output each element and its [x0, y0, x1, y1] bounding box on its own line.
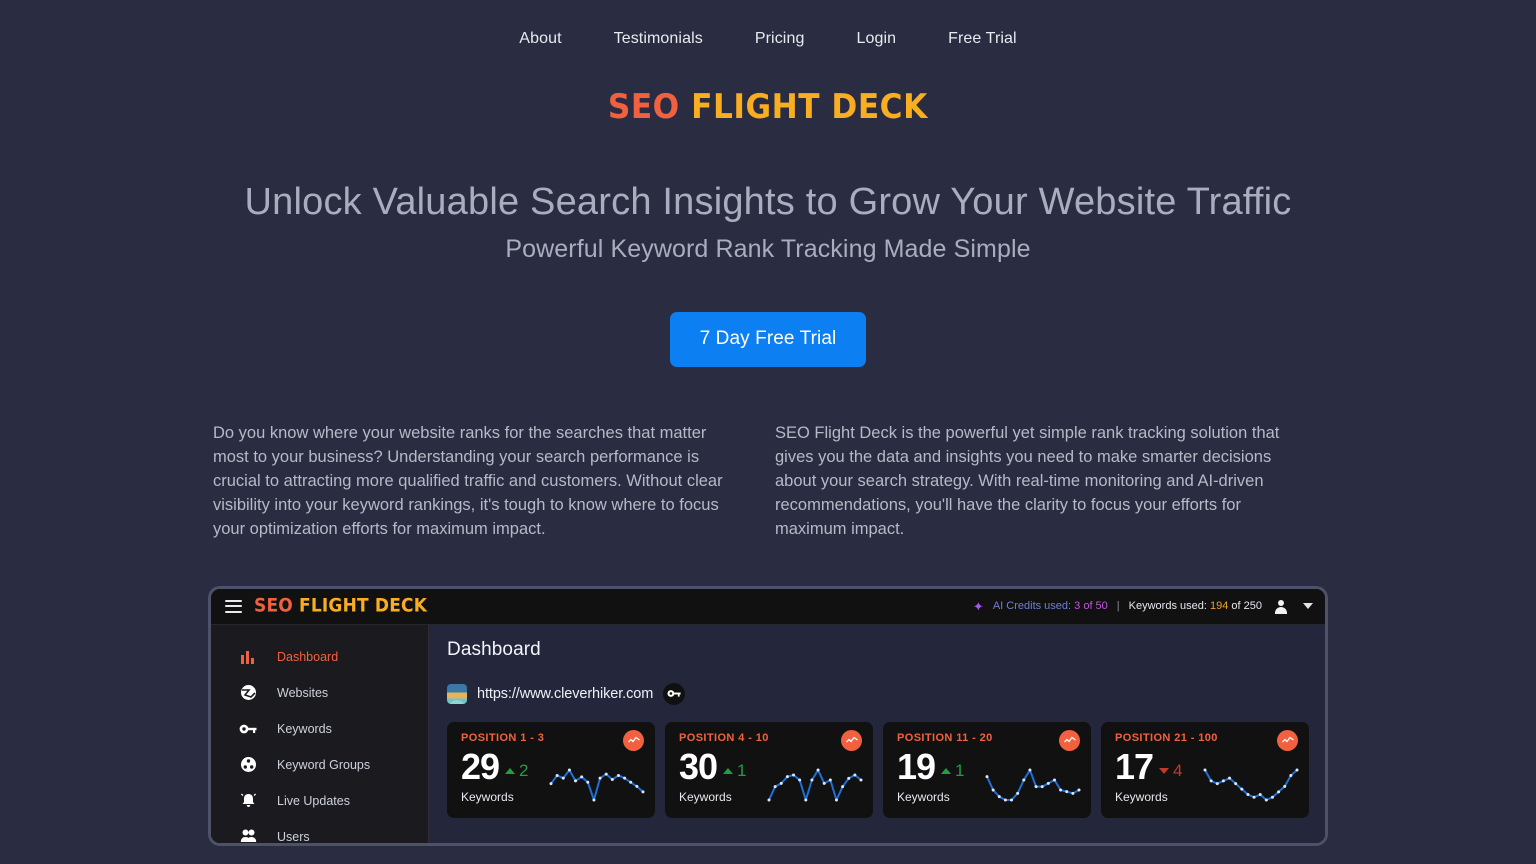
- sidebar-label-websites: Websites: [277, 685, 329, 700]
- sparkline-chart: [985, 768, 1081, 802]
- nav-link-about[interactable]: About: [493, 30, 587, 48]
- brand-logo-seo: SEO: [608, 87, 680, 128]
- card-delta-value: 1: [955, 761, 965, 781]
- card-value: 30: [679, 745, 718, 787]
- card-title: POSITION 1 - 3: [461, 731, 545, 744]
- arrow-down-icon: [1159, 768, 1170, 775]
- app-brand-flight-deck: FLIGHT DECK: [299, 595, 428, 618]
- sidebar-item-users[interactable]: Users: [211, 819, 428, 844]
- arrow-up-icon: [941, 768, 952, 775]
- hero-subheadline: Powerful Keyword Rank Tracking Made Simp…: [505, 234, 1031, 263]
- stat-card[interactable]: POSITION 21 - 100 17 4 Keywords: [1101, 721, 1309, 818]
- hero-section: Unlock Valuable Search Insights to Grow …: [0, 180, 1536, 264]
- trend-icon: [623, 729, 644, 751]
- intro-columns: Do you know where your website ranks for…: [213, 421, 1323, 541]
- app-sidebar: Dashboard Websites Keywords Keyword Grou…: [211, 624, 429, 844]
- sidebar-label-dashboard: Dashboard: [277, 649, 339, 664]
- sidebar-item-websites[interactable]: Websites: [211, 675, 428, 711]
- sparkline-chart: [549, 768, 645, 802]
- keyword-group-icon: [239, 756, 257, 774]
- nav-link-login[interactable]: Login: [830, 30, 922, 48]
- trend-icon: [1277, 729, 1298, 751]
- keywords-used-status: Keywords used: 194 of 250: [1129, 600, 1262, 612]
- app-screenshot-frame: SEO FLIGHT DECK ✦ AI Credits used: 3 of …: [208, 585, 1328, 846]
- trend-icon: [1059, 729, 1080, 751]
- card-title: POSITION 4 - 10: [679, 731, 769, 744]
- nav-link-testimonials[interactable]: Testimonials: [588, 30, 729, 48]
- app-header-bar: SEO FLIGHT DECK ✦ AI Credits used: 3 of …: [211, 588, 1325, 625]
- card-delta: 4: [1159, 761, 1183, 784]
- ai-credits-status: AI Credits used: 3 of 50: [993, 600, 1108, 612]
- bell-icon: [239, 792, 257, 810]
- sidebar-label-users: Users: [277, 829, 310, 844]
- key-icon: [239, 720, 257, 738]
- nav-link-free-trial[interactable]: Free Trial: [922, 30, 1043, 48]
- card-delta-value: 4: [1173, 761, 1183, 781]
- intro-paragraph-right: SEO Flight Deck is the powerful yet simp…: [775, 423, 1280, 538]
- card-title: POSITION 21 - 100: [1115, 731, 1218, 744]
- keywords-used-value: 194: [1209, 600, 1229, 613]
- app-brand-logo[interactable]: SEO FLIGHT DECK: [254, 595, 427, 617]
- cleverhiker-favicon: [447, 683, 467, 704]
- cta-container: 7 Day Free Trial: [0, 311, 1536, 367]
- app-body: Dashboard Websites Keywords Keyword Grou…: [211, 624, 1325, 844]
- bar-chart-icon: [239, 648, 257, 666]
- sidebar-item-dashboard[interactable]: Dashboard: [211, 639, 428, 675]
- sparkline-chart: [767, 768, 863, 802]
- keywords-used-label: Keywords used:: [1128, 600, 1207, 613]
- sparkles-icon: ✦: [972, 598, 984, 614]
- globe-icon: [239, 684, 257, 702]
- card-value: 17: [1115, 745, 1154, 787]
- users-icon: [239, 828, 257, 843]
- ai-credits-value: 3 of 50: [1074, 600, 1108, 613]
- intro-paragraph-left: Do you know where your website ranks for…: [213, 423, 723, 538]
- card-value: 29: [461, 745, 500, 787]
- sidebar-item-live-updates[interactable]: Live Updates: [211, 783, 428, 819]
- arrow-up-icon: [723, 768, 734, 775]
- app-brand-seo: SEO: [254, 595, 293, 618]
- top-navigation: About Testimonials Pricing Login Free Tr…: [0, 0, 1536, 78]
- stat-card[interactable]: POSITION 1 - 3 29 2 Keywords: [447, 721, 655, 818]
- arrow-up-icon: [505, 768, 516, 775]
- site-row: https://www.cleverhiker.com: [447, 682, 1309, 705]
- ai-credits-label: AI Credits used:: [992, 600, 1072, 613]
- sidebar-item-keywords[interactable]: Keywords: [211, 711, 428, 747]
- dashboard-title: Dashboard: [447, 638, 541, 660]
- nav-link-pricing[interactable]: Pricing: [729, 30, 831, 48]
- brand-logo-flight-deck: FLIGHT DECK: [691, 87, 928, 128]
- sidebar-label-keywords: Keywords: [277, 721, 332, 736]
- keywords-used-total: of 250: [1231, 600, 1262, 613]
- card-value: 19: [897, 745, 936, 787]
- app-main-panel: Dashboard https://www.cleverhiker.com PO…: [429, 624, 1325, 843]
- stat-cards: POSITION 1 - 3 29 2 Keywords POSITION 4 …: [447, 721, 1309, 818]
- brand-logo[interactable]: SEO FLIGHT DECK: [0, 87, 1536, 128]
- card-title: POSITION 11 - 20: [897, 731, 993, 744]
- hamburger-icon[interactable]: [225, 599, 242, 613]
- status-divider: |: [1116, 600, 1120, 613]
- hero-headline: Unlock Valuable Search Insights to Grow …: [244, 181, 1292, 223]
- trend-icon: [841, 729, 862, 751]
- stat-card[interactable]: POSITION 4 - 10 30 1 Keywords: [665, 721, 873, 818]
- free-trial-button[interactable]: 7 Day Free Trial: [669, 311, 867, 367]
- chevron-down-icon[interactable]: [1303, 603, 1313, 610]
- card-delta-value: 1: [737, 761, 747, 781]
- sidebar-item-keyword-groups[interactable]: Keyword Groups: [211, 747, 428, 783]
- sidebar-label-keyword-groups: Keyword Groups: [277, 757, 371, 772]
- sidebar-label-live-updates: Live Updates: [277, 793, 350, 808]
- user-avatar-icon[interactable]: [1273, 599, 1288, 614]
- stat-card[interactable]: POSITION 11 - 20 19 1 Keywords: [883, 721, 1091, 818]
- card-delta: 2: [505, 761, 529, 784]
- app-header-status: ✦ AI Credits used: 3 of 50 | Keywords us…: [973, 599, 1313, 614]
- card-delta: 1: [941, 761, 965, 784]
- site-url[interactable]: https://www.cleverhiker.com: [477, 686, 653, 702]
- card-delta: 1: [723, 761, 747, 784]
- sparkline-chart: [1203, 768, 1299, 802]
- key-icon[interactable]: [663, 682, 686, 705]
- card-delta-value: 2: [519, 761, 529, 781]
